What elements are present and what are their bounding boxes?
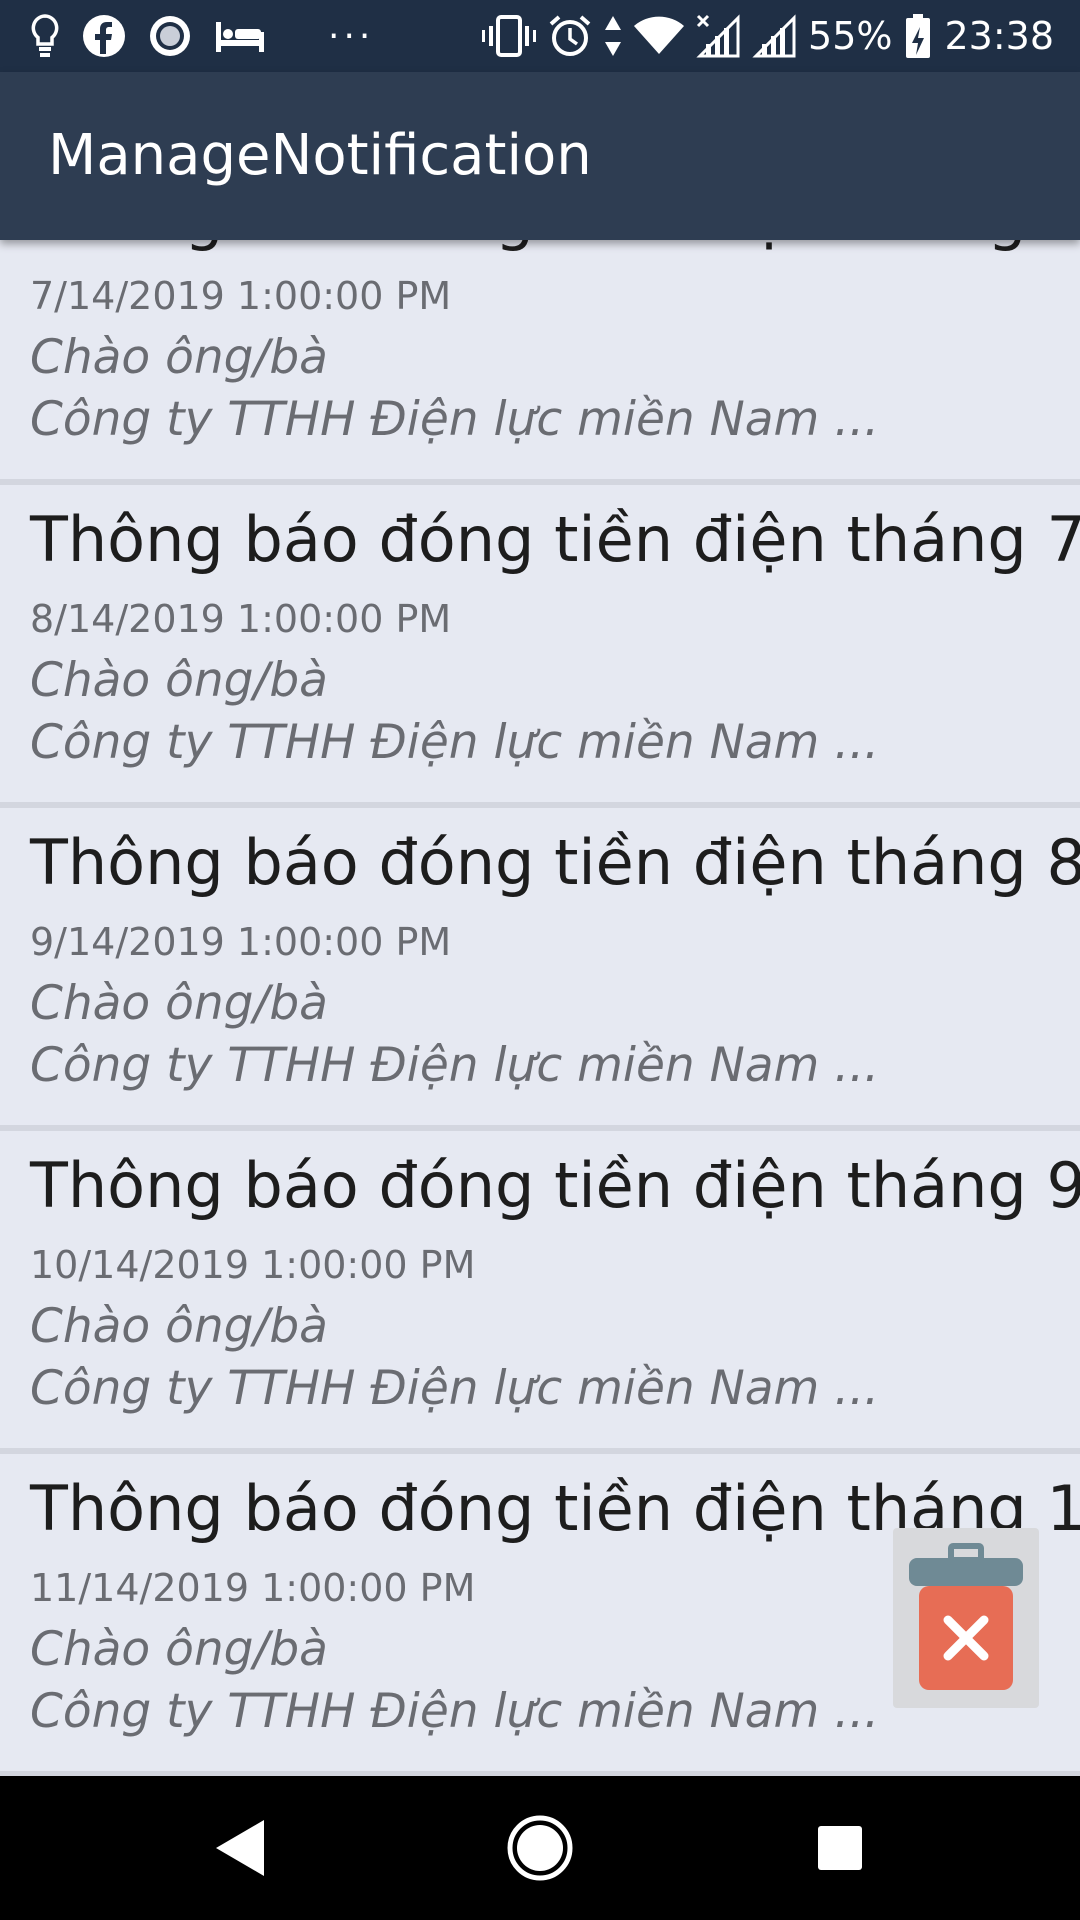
- list-item[interactable]: Thông báo đóng tiền điện tháng 9 10/14/2…: [0, 1131, 1080, 1454]
- list-item[interactable]: Thông báo đóng tiền điện tháng 6 7/14/20…: [0, 240, 1080, 485]
- trash-delete-icon: [909, 1543, 1023, 1690]
- notification-greeting: Chào ông/bà: [30, 653, 328, 708]
- notification-title: Thông báo đóng tiền điện tháng 9: [30, 1149, 1080, 1222]
- back-button[interactable]: [160, 1776, 320, 1920]
- home-button[interactable]: [460, 1776, 620, 1920]
- notification-greeting: Chào ông/bà: [30, 1299, 328, 1354]
- home-icon: [507, 1815, 573, 1881]
- vibrate-icon: [482, 12, 537, 60]
- status-bar: ··· 55% 23:38: [0, 0, 1080, 72]
- page-title: ManageNotification: [48, 123, 592, 188]
- navigation-bar: [0, 1776, 1080, 1920]
- notification-body: Công ty TTHH Điện lực miền Nam ...: [30, 1361, 880, 1416]
- alarm-icon: [548, 12, 592, 60]
- bed-icon: [214, 12, 266, 60]
- list-item[interactable]: Thông báo đóng tiền điện tháng 8 9/14/20…: [0, 808, 1080, 1131]
- notification-title: Thông báo đóng tiền điện tháng 6: [30, 240, 1080, 253]
- recents-button[interactable]: [760, 1776, 920, 1920]
- notification-date: 9/14/2019 1:00:00 PM: [30, 920, 452, 964]
- battery-percent: 55%: [808, 14, 893, 58]
- record-icon: [148, 12, 192, 60]
- notification-title: Thông báo đóng tiền điện tháng 7: [30, 503, 1080, 576]
- back-icon: [216, 1820, 264, 1876]
- signal-noservice-icon: [696, 12, 740, 60]
- notification-body: Công ty TTHH Điện lực miền Nam ...: [30, 1684, 880, 1739]
- notification-date: 8/14/2019 1:00:00 PM: [30, 597, 452, 641]
- facebook-icon: [82, 12, 126, 60]
- notification-date: 7/14/2019 1:00:00 PM: [30, 274, 452, 318]
- notification-greeting: Chào ông/bà: [30, 330, 328, 385]
- notification-body: Công ty TTHH Điện lực miền Nam ...: [30, 1038, 880, 1093]
- overflow-indicator: ···: [328, 15, 375, 57]
- battery-charging-icon: [904, 12, 932, 60]
- notification-title: Thông báo đóng tiền điện tháng 8: [30, 826, 1080, 899]
- notification-body: Công ty TTHH Điện lực miền Nam ...: [30, 392, 880, 447]
- app-bar: ManageNotification: [0, 72, 1080, 240]
- notification-date: 11/14/2019 1:00:00 PM: [30, 1566, 476, 1610]
- notification-body: Công ty TTHH Điện lực miền Nam ...: [30, 715, 880, 770]
- list-item[interactable]: Thông báo đóng tiền điện tháng 7 8/14/20…: [0, 485, 1080, 808]
- notification-date: 10/14/2019 1:00:00 PM: [30, 1243, 476, 1287]
- recents-icon: [818, 1826, 862, 1870]
- lightbulb-icon: [30, 12, 60, 60]
- clock: 23:38: [944, 14, 1054, 58]
- signal-icon: [752, 12, 796, 60]
- notification-greeting: Chào ông/bà: [30, 976, 328, 1031]
- wifi-icon: [634, 12, 685, 60]
- data-arrows-icon: [604, 12, 622, 60]
- delete-button[interactable]: [893, 1528, 1039, 1708]
- notification-greeting: Chào ông/bà: [30, 1622, 328, 1677]
